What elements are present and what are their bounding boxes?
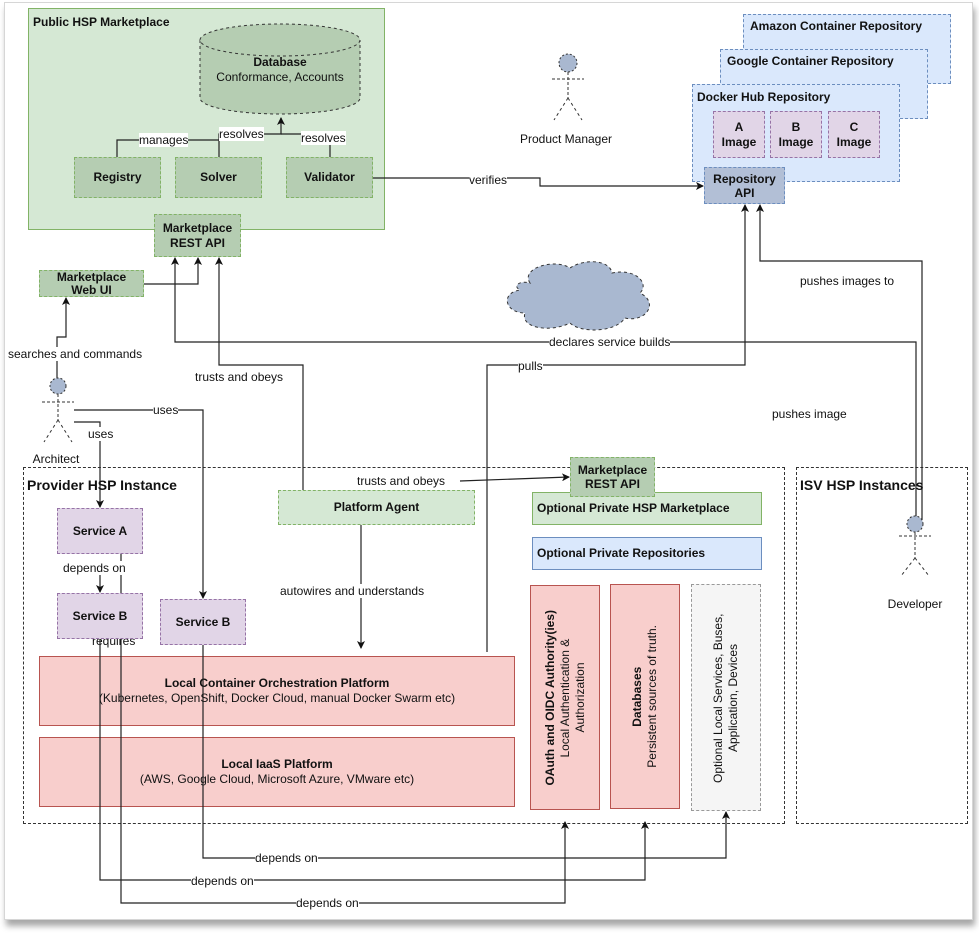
databases-title: Databases [630,666,644,727]
registry-label: Registry [93,170,142,184]
product-manager-label: Product Manager [519,132,613,146]
orchestration-title: Local Container Orchestration Platform [164,676,390,690]
iaas-title: Local IaaS Platform [221,757,333,771]
service-b-box-1[interactable]: Service B [57,593,143,639]
oauth-subtitle: Local Authentication & Authorization [557,638,587,757]
platform-agent-box[interactable]: Platform Agent [278,490,475,525]
image-a-label: Image [721,134,757,149]
service-a-box[interactable]: Service A [57,508,143,554]
registry-box[interactable]: Registry [74,157,161,198]
marketplace-rest-api-box[interactable]: Marketplace REST API [154,214,241,257]
marketplace-web-ui-label: Marketplace Web UI [56,269,127,297]
private-marketplace-rest-api-box[interactable]: Marketplace REST API [570,457,655,497]
edge-label-pulls: pulls [518,359,543,373]
image-b-box[interactable]: B Image [770,111,822,158]
oauth-authority-box[interactable]: OAuth and OIDC Authority(ies) Local Auth… [530,585,600,810]
orchestration-subtitle: (Kubernetes, OpenShift, Docker Cloud, ma… [98,691,456,705]
edge-label-verifies: verifies [469,173,508,187]
edge-label-pushes-image: pushes image [772,407,847,421]
architect-actor-icon [42,377,74,443]
edge-label-autowires: autowires and understands [280,584,425,598]
architect-label: Architect [32,452,80,466]
edge-label-declares: declares service builds [549,335,671,349]
private-marketplace-rest-api-label: Marketplace REST API [577,463,648,491]
image-c-box[interactable]: C Image [828,111,880,158]
platform-agent-label: Platform Agent [333,500,420,514]
edge-label-depends-ab: depends on [63,561,126,575]
edge-label-pushes-images-to: pushes images to [800,274,895,288]
service-a-label: Service A [72,523,128,538]
edge-label-uses-2: uses [88,427,114,441]
edge-label-searches: searches and commands [8,347,143,361]
isv-hsp-instances-title: ISV HSP Instances [800,477,924,493]
database-title: Database [253,55,307,69]
dockerhub-repository-label: Docker Hub Repository [697,90,831,104]
edge-label-depends-2: depends on [191,874,254,888]
public-marketplace-title: Public HSP Marketplace [33,15,170,29]
image-c-letter: C [849,119,859,134]
marketplace-web-ui-box[interactable]: Marketplace Web UI [39,270,144,297]
image-b-letter: B [791,119,801,134]
edge-label-depends-3: depends on [296,896,359,910]
repository-api-label: Repository API [713,171,776,200]
edge-label-depends-1: depends on [255,851,318,865]
databases-subtitle: Persistent sources of truth. [645,625,659,768]
developer-label: Developer [887,597,943,611]
image-c-label: Image [836,134,872,149]
cloud-shape [507,261,650,331]
oauth-title: OAuth and OIDC Authority(ies) [542,609,557,786]
developer-actor-icon [899,515,931,577]
database-subtitle: Conformance, Accounts [216,70,344,84]
service-b-label-2: Service B [175,614,231,629]
validator-label: Validator [304,170,355,184]
optional-private-repositories-label: Optional Private Repositories [537,546,706,560]
image-b-label: Image [778,134,814,149]
database-label: Database Conformance, Accounts [200,52,360,88]
provider-hsp-instance-title: Provider HSP Instance [27,477,177,493]
edge-label-resolves-solver: resolves [219,127,264,141]
edge-label-uses-1: uses [153,403,179,417]
databases-box[interactable]: Databases Persistent sources of truth. [610,584,680,809]
service-b-box-2[interactable]: Service B [160,599,246,645]
iaas-subtitle: (AWS, Google Cloud, Microsoft Azure, VMw… [139,772,415,786]
edge-label-resolves-validator: resolves [301,131,346,145]
isv-hsp-instances-region [796,467,968,824]
product-manager-actor-icon [552,53,584,121]
image-a-letter: A [734,119,744,134]
google-repository-label: Google Container Repository [727,54,894,68]
orchestration-platform-box[interactable]: Local Container Orchestration Platform (… [39,656,515,726]
optional-private-marketplace-label: Optional Private HSP Marketplace [537,501,730,515]
optional-local-services-box[interactable]: Optional Local Services, Buses, Applicat… [691,584,761,811]
solver-box[interactable]: Solver [175,157,262,198]
repository-api-box[interactable]: Repository API [704,167,785,204]
image-a-box[interactable]: A Image [713,111,765,158]
edge-label-trusts-obeys-2: trusts and obeys [357,474,446,488]
edge-label-manages: manages [139,133,189,147]
optional-private-repositories-box[interactable]: Optional Private Repositories [532,537,762,570]
validator-box[interactable]: Validator [286,157,373,198]
marketplace-rest-api-label: Marketplace REST API [162,220,233,250]
edge-label-trusts-obeys-1: trusts and obeys [195,370,284,384]
iaas-platform-box[interactable]: Local IaaS Platform (AWS, Google Cloud, … [39,737,515,807]
solver-label: Solver [200,170,237,184]
optional-local-services-label: Optional Local Services, Buses, Applicat… [711,612,740,783]
service-b-label-1: Service B [72,608,128,623]
amazon-repository-label: Amazon Container Repository [750,19,923,33]
